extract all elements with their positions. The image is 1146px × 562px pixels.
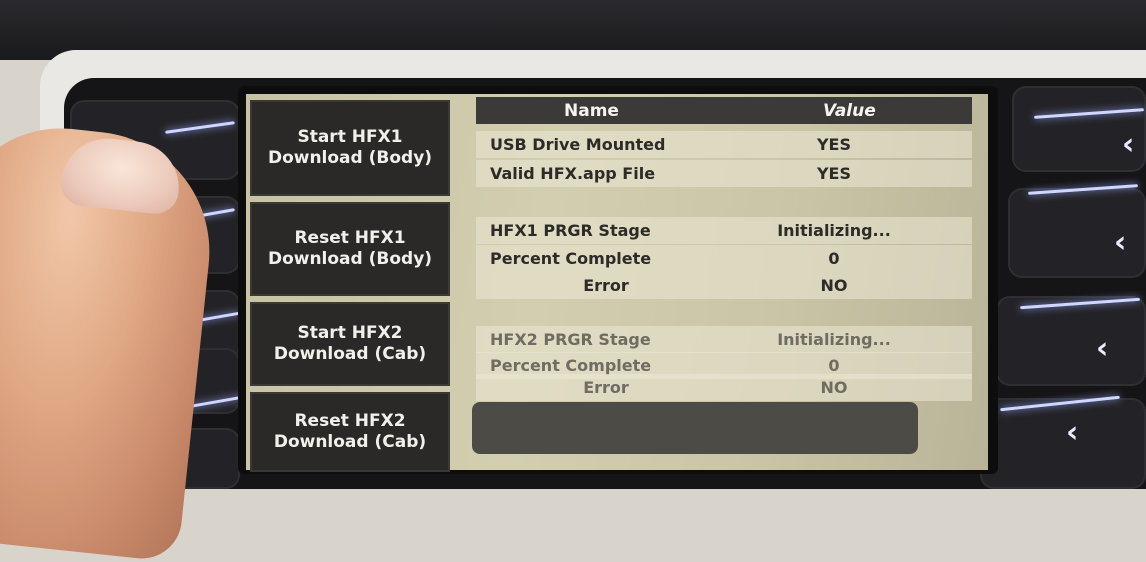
row-value: Initializing... <box>777 221 891 240</box>
column-header-name: Name <box>564 101 619 121</box>
table-row: Error NO <box>476 374 972 401</box>
button-label-line2: Download (Body) <box>267 148 433 168</box>
row-value: 0 <box>828 356 840 375</box>
chevron-left-icon: ‹ <box>1114 225 1127 260</box>
row-value: 0 <box>828 249 840 268</box>
row-value: YES <box>816 164 852 183</box>
table-row: Valid HFX.app File YES <box>476 160 972 187</box>
row-value: NO <box>820 378 848 397</box>
chevron-left-icon: ‹ <box>1066 415 1079 450</box>
button-label-line2: Download (Body) <box>267 249 433 269</box>
button-label-line1: Start HFX1 <box>297 127 403 147</box>
reset-hfx1-download-button[interactable]: Reset HFX1 Download (Body) <box>250 202 450 296</box>
row-value: YES <box>816 135 852 154</box>
row-value: Initializing... <box>777 330 891 349</box>
table-row: Error NO <box>476 272 972 299</box>
start-hfx1-download-button[interactable]: Start HFX1 Download (Body) <box>250 100 450 196</box>
table-row: HFX1 PRGR Stage Initializing... <box>476 217 972 244</box>
start-hfx2-download-button[interactable]: Start HFX2 Download (Cab) <box>250 302 450 386</box>
column-header-value: Value <box>823 101 876 121</box>
right-softkey-4[interactable]: ‹ <box>980 395 1146 489</box>
status-bar <box>472 402 918 454</box>
right-softkey-2[interactable]: ‹ <box>1008 184 1146 278</box>
table-row: HFX2 PRGR Stage Initializing... <box>476 326 972 353</box>
button-label-line1: Reset HFX2 <box>294 411 406 431</box>
reset-hfx2-download-button[interactable]: Reset HFX2 Download (Cab) <box>250 392 450 472</box>
button-label-line1: Reset HFX1 <box>294 228 406 248</box>
chevron-left-icon: ‹ <box>1096 331 1109 366</box>
table-header: Name Value <box>476 97 972 124</box>
table-row: Percent Complete 0 <box>476 245 972 272</box>
button-label-line1: Start HFX2 <box>297 323 403 343</box>
button-label-line2: Download (Cab) <box>273 432 427 452</box>
right-softkey-3[interactable]: ‹ <box>996 296 1146 386</box>
right-softkey-1[interactable]: ‹ <box>1012 86 1146 172</box>
row-value: NO <box>820 276 848 295</box>
chevron-left-icon: ‹ <box>1122 127 1135 162</box>
table-row: USB Drive Mounted YES <box>476 131 972 158</box>
button-label-line2: Download (Cab) <box>273 344 427 364</box>
